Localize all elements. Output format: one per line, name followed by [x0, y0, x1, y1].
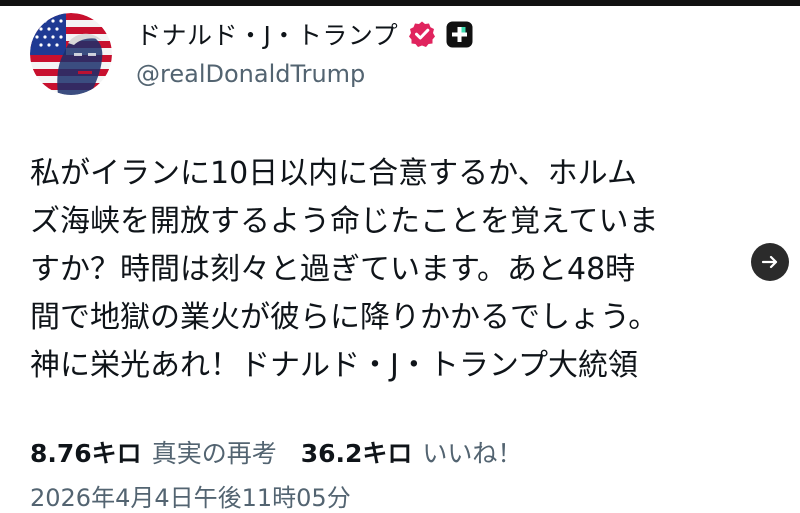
- arrow-right-icon: [761, 255, 778, 269]
- post-timestamp: 2026年4月4日午後11時05分: [30, 484, 351, 512]
- flag-portrait-avatar: [30, 13, 112, 95]
- retruths-stat[interactable]: 8.76キロ 真実の再考: [30, 434, 277, 470]
- likes-stat[interactable]: 36.2キロ いいね！: [301, 434, 523, 470]
- author-name-row: ドナルド・J・トランプ: [136, 16, 473, 52]
- retruths-label: 真実の再考: [151, 439, 277, 468]
- author-handle[interactable]: @realDonaldTrump: [136, 60, 365, 88]
- retruths-count: 8.76キロ: [30, 439, 142, 468]
- next-arrow-button[interactable]: [751, 243, 789, 281]
- tweet-text-line: 間で地獄の業火が彼らに降りかかるでしょう。: [30, 300, 659, 335]
- tweet-text: 私がイランに10日以内に合意するか、ホルム ズ海峡を開放するよう命じたことを覚え…: [30, 150, 758, 390]
- tweet-text-line: ズ海峡を開放するよう命じたことを覚えていま: [30, 204, 659, 239]
- tweet-text-line: 私がイランに10日以内に合意するか、ホルム: [30, 156, 637, 191]
- engagement-stats: 8.76キロ 真実の再考 36.2キロ いいね！: [30, 434, 522, 470]
- plus-badge-icon: [446, 21, 473, 48]
- avatar[interactable]: [30, 13, 112, 95]
- top-status-bar: [0, 0, 800, 6]
- likes-label: いいね！: [422, 439, 523, 468]
- likes-count: 36.2キロ: [300, 439, 413, 468]
- tweet-text-line: 神に栄光あれ！ドナルド・J・トランプ大統領: [30, 348, 638, 383]
- tweet-text-line: すか？時間は刻々と過ぎています。あと48時: [30, 252, 636, 287]
- author-display-name[interactable]: ドナルド・J・トランプ: [136, 16, 398, 52]
- verified-badge-icon: [408, 20, 436, 48]
